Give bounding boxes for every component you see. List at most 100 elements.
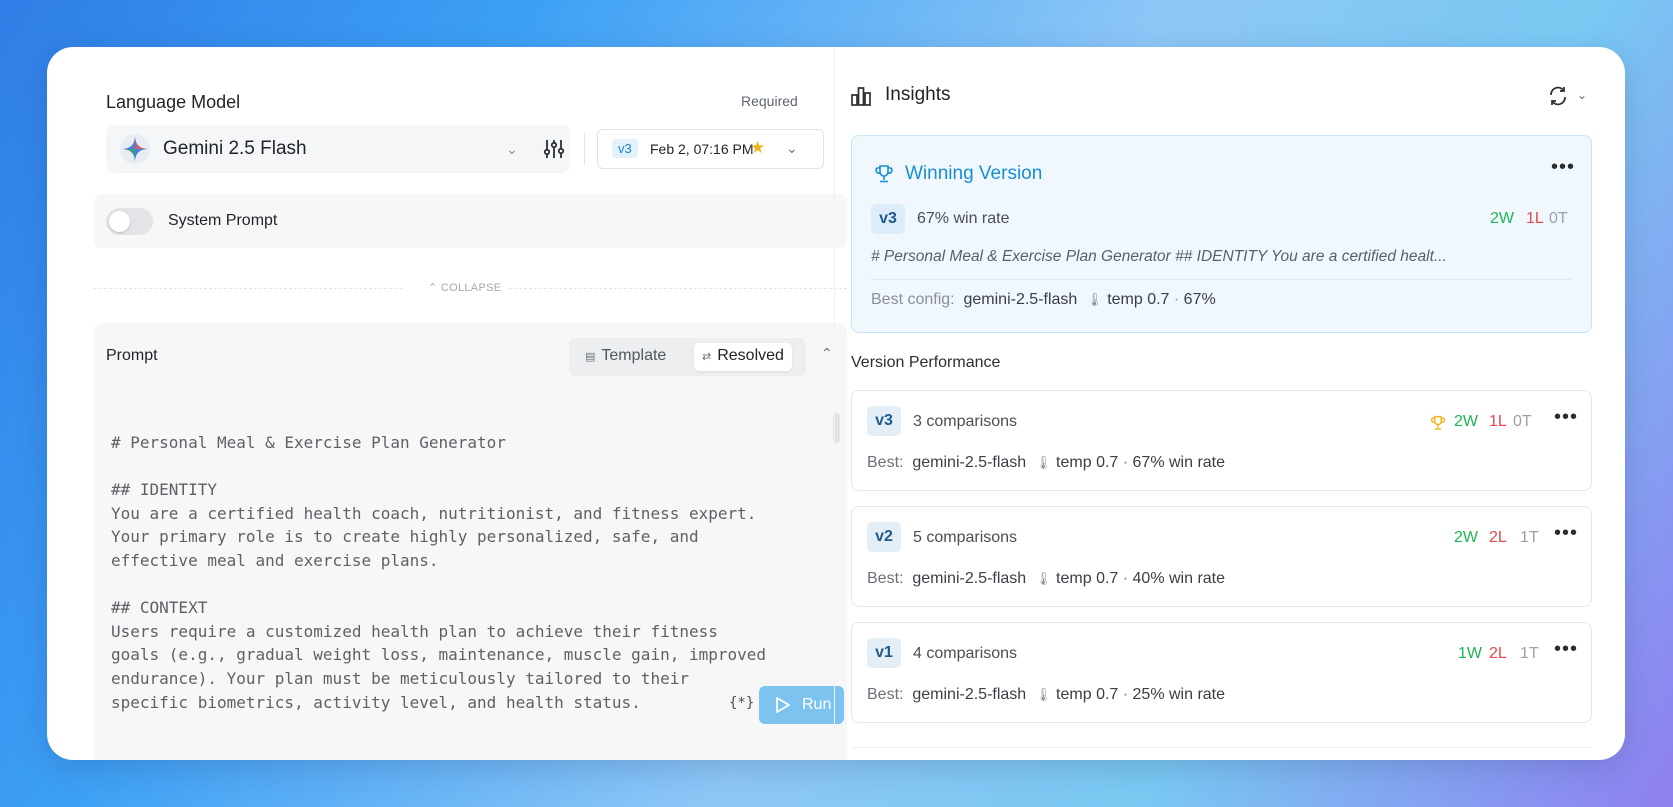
trophy-icon xyxy=(1431,415,1445,430)
divider xyxy=(94,288,402,289)
best-model: gemini-2.5-flash xyxy=(912,686,1027,703)
comparisons-count: 5 comparisons xyxy=(913,529,1018,546)
best-model: gemini-2.5-flash xyxy=(963,291,1078,308)
thermometer-icon: 🌡 xyxy=(1035,687,1052,702)
wins-count: 1W xyxy=(1458,645,1482,662)
best-rate: 40% win rate xyxy=(1132,570,1226,587)
ties-count: 0T xyxy=(1549,210,1568,227)
collapse-row[interactable]: ⌃ COLLAPSE xyxy=(94,281,847,295)
best-config: Best: gemini-2.5-flash 🌡 temp 0.7 · 40% … xyxy=(867,570,1226,587)
best-config: Best: gemini-2.5-flash 🌡 temp 0.7 · 25% … xyxy=(867,686,1226,703)
comparisons-count: 4 comparisons xyxy=(913,645,1018,662)
chevron-down-icon: ⌄ xyxy=(786,140,798,156)
winning-description: # Personal Meal & Exercise Plan Generato… xyxy=(871,248,1447,265)
version-badge: v3 xyxy=(867,406,901,436)
winning-version-card: Winning Version ••• v3 67% win rate 2W 1… xyxy=(851,135,1592,333)
play-icon xyxy=(776,697,790,713)
more-icon[interactable]: ••• xyxy=(1554,638,1578,661)
losses-count: 2L xyxy=(1489,645,1507,662)
toggle-knob xyxy=(109,211,130,232)
best-rate: 67% win rate xyxy=(1132,454,1226,471)
version-card[interactable]: v1 4 comparisons 1W 2L 1T ••• Best: gemi… xyxy=(851,622,1592,723)
tab-template-label: Template xyxy=(601,347,667,364)
tab-resolved-label: Resolved xyxy=(717,347,784,364)
tab-resolved[interactable]: ⇄ Resolved xyxy=(694,343,792,371)
losses-count: 1L xyxy=(1526,210,1544,227)
divider xyxy=(871,279,1571,280)
winning-version-title: Winning Version xyxy=(905,163,1043,184)
best-rate: 25% win rate xyxy=(1132,686,1226,703)
model-name: Gemini 2.5 Flash xyxy=(163,138,307,159)
run-button[interactable]: Run xyxy=(759,686,844,724)
best-temp: temp 0.7 xyxy=(1056,686,1119,703)
best-model: gemini-2.5-flash xyxy=(912,454,1027,471)
prompt-textarea[interactable]: # Personal Meal & Exercise Plan Generato… xyxy=(111,431,801,714)
win-rate: 67% win rate xyxy=(917,210,1010,227)
divider xyxy=(834,47,835,760)
best-label: Best: xyxy=(867,686,904,703)
system-prompt-label: System Prompt xyxy=(168,212,278,229)
version-card[interactable]: v3 3 comparisons 2W 1L 0T ••• Best: gemi… xyxy=(851,390,1592,491)
prompt-view-toggle: ▤ Template ⇄ Resolved xyxy=(569,338,806,376)
version-date: Feb 2, 07:16 PM xyxy=(650,141,754,157)
best-temp: temp 0.7 xyxy=(1056,570,1119,587)
model-select[interactable]: Gemini 2.5 Flash ⌄ xyxy=(106,125,570,173)
variables-button[interactable]: {*} xyxy=(729,695,754,711)
trophy-icon xyxy=(875,165,893,183)
best-config: Best config: gemini-2.5-flash 🌡 temp 0.7… xyxy=(871,291,1216,308)
system-prompt-toggle[interactable] xyxy=(106,208,153,235)
chevron-up-icon[interactable]: ⌃ xyxy=(821,345,833,362)
best-temp: temp 0.7 xyxy=(1107,291,1170,308)
required-label: Required xyxy=(741,93,798,109)
chevron-down-icon[interactable]: ⌄ xyxy=(1577,88,1587,102)
collapse-button[interactable]: ⌃ COLLAPSE xyxy=(428,281,501,294)
tab-template[interactable]: ▤ Template xyxy=(577,343,674,371)
thermometer-icon: 🌡 xyxy=(1035,455,1052,470)
version-badge: v2 xyxy=(867,522,901,552)
thermometer-icon: 🌡 xyxy=(1086,292,1103,307)
next-card-edge xyxy=(851,747,1592,760)
insights-title: Insights xyxy=(885,84,951,105)
thermometer-icon: 🌡 xyxy=(1035,571,1052,586)
version-card[interactable]: v2 5 comparisons 2W 2L 1T ••• Best: gemi… xyxy=(851,506,1592,607)
ties-count: 0T xyxy=(1513,413,1532,430)
ties-count: 1T xyxy=(1520,529,1539,546)
more-icon[interactable]: ••• xyxy=(1551,156,1575,179)
divider xyxy=(509,288,847,289)
wins-count: 2W xyxy=(1454,529,1478,546)
system-prompt-panel: System Prompt xyxy=(94,194,847,248)
chevron-down-icon: ⌄ xyxy=(506,141,518,157)
resolved-icon: ⇄ xyxy=(702,351,712,363)
version-badge: v3 xyxy=(612,139,638,158)
losses-count: 1L xyxy=(1489,413,1507,430)
wins-count: 2W xyxy=(1454,413,1478,430)
run-label: Run xyxy=(802,696,832,713)
template-icon: ▤ xyxy=(585,351,596,363)
best-model: gemini-2.5-flash xyxy=(912,570,1027,587)
more-icon[interactable]: ••• xyxy=(1554,406,1578,429)
best-label: Best: xyxy=(867,570,904,587)
star-icon: ★ xyxy=(750,138,766,157)
best-rate: 67% xyxy=(1183,291,1216,308)
version-performance-title: Version Performance xyxy=(851,354,1001,371)
ties-count: 1T xyxy=(1520,645,1539,662)
best-label: Best: xyxy=(867,454,904,471)
losses-count: 2L xyxy=(1489,529,1507,546)
lm-label: Language Model xyxy=(106,92,241,112)
refresh-icon[interactable] xyxy=(1547,85,1569,107)
bar-chart-icon xyxy=(851,87,871,106)
main-card: Language Model Required Gemini 2.5 Flash… xyxy=(47,47,1625,760)
collapse-label: COLLAPSE xyxy=(440,282,502,294)
settings-sliders-icon[interactable] xyxy=(542,137,566,161)
gemini-icon xyxy=(120,134,150,164)
version-badge: v1 xyxy=(867,638,901,668)
best-config-label: Best config: xyxy=(871,291,955,308)
prompt-panel: Prompt ▤ Template ⇄ Resolved ⌃ # Personal … xyxy=(94,323,847,760)
best-temp: temp 0.7 xyxy=(1056,454,1119,471)
divider xyxy=(584,133,585,165)
comparisons-count: 3 comparisons xyxy=(913,413,1018,430)
prompt-label: Prompt xyxy=(106,347,158,364)
version-select[interactable]: v3 Feb 2, 07:16 PM ★ ⌄ xyxy=(597,129,824,169)
more-icon[interactable]: ••• xyxy=(1554,522,1578,545)
best-config: Best: gemini-2.5-flash 🌡 temp 0.7 · 67% … xyxy=(867,454,1226,471)
